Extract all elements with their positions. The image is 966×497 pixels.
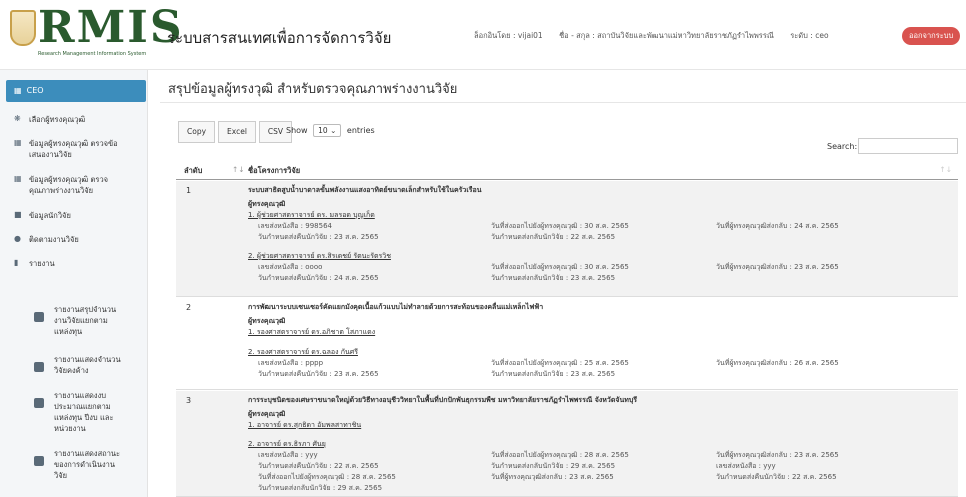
grid-icon: ▦ <box>14 138 22 147</box>
report-icon <box>34 398 44 408</box>
show-entries: Show 10 ⌄ entries <box>286 124 375 137</box>
sidebar-subitem-budget[interactable]: รายงานแสดงงบประมาณแยกตามแหล่งทุน ปีงบ แล… <box>34 390 124 434</box>
sidebar-item-select-expert[interactable]: ❋ เลือกผู้ทรงคุณวุฒิ <box>14 114 129 125</box>
column-header-no[interactable]: ลำดับ <box>184 165 202 177</box>
table-row: 3 การระบุชนิดของเศษราขนาดใหญ่ด้วยวิธีทาง… <box>176 391 958 497</box>
sidebar-subitem-pending[interactable]: รายงานแสดงจำนวนวิจัยคงค้าง <box>34 354 124 376</box>
reviewers-heading: ผู้ทรงคุณวุฒิ <box>248 200 286 208</box>
sidebar-item-label: CEO <box>26 86 44 95</box>
login-label: ล็อกอินโดย : vijai01 <box>474 31 543 40</box>
search-label: Search: <box>827 142 858 151</box>
search-input[interactable] <box>858 138 958 154</box>
shield-icon <box>10 10 36 46</box>
grid-icon: ▦ <box>14 174 22 183</box>
app-title: ระบบสารสนเทศเพื่อการจัดการวิจัย <box>167 29 392 47</box>
report-icon <box>34 362 44 372</box>
gear-icon: ❋ <box>14 114 21 123</box>
sidebar-item-quality-experts[interactable]: ▦ ข้อมูลผู้ทรงคุณวุฒิ ตรวจคุณภาพร่างงานวิ… <box>14 174 129 196</box>
table-row: 2 การพัฒนาระบบเซนเซอร์คัดแยกมังคุดเนื้อแ… <box>176 298 958 390</box>
grid-icon: ▦ <box>14 86 22 95</box>
report-icon <box>34 456 44 466</box>
logo-subtext: Research Management Information System <box>38 51 147 57</box>
project-title: ระบบสาธิตสูบน้ำบาดาลขั้นพลังงานแสงอาทิตย… <box>248 186 482 194</box>
copy-button[interactable]: Copy <box>178 121 216 143</box>
bar-chart-icon: ▮ <box>14 258 19 267</box>
entries-select[interactable]: 10 ⌄ <box>313 124 342 137</box>
divider <box>160 102 966 103</box>
excel-button[interactable]: Excel <box>218 121 256 143</box>
sidebar-subitem-funding[interactable]: รายงานสรุปจำนวนงานวิจัยแยกตามแหล่งทุน <box>34 304 124 337</box>
sort-icon[interactable]: ↑↓ <box>232 165 245 174</box>
rmis-logo[interactable]: RMIS Research Management Information Sys… <box>10 6 182 64</box>
page-title: สรุปข้อมูลผู้ทรงวุฒิ สำหรับตรวจคุณภาพร่า… <box>168 82 458 97</box>
table-row: 1 ระบบสาธิตสูบน้ำบาดาลขั้นพลังงานแสงอาทิ… <box>176 181 958 297</box>
logout-button[interactable]: ออกจากระบบ <box>902 27 961 45</box>
sidebar-item-reports[interactable]: ▮ รายงาน <box>14 258 129 269</box>
sidebar-item-tracking[interactable]: ● ติดตามงานวิจัย <box>14 234 129 245</box>
report-icon <box>34 312 44 322</box>
reviewer-link[interactable]: 1. รองศาสตราจารย์ ดร.อภิชาต โสภาแดง <box>248 327 375 338</box>
column-header-project[interactable]: ชื่อโครงการวิจัย <box>248 165 300 177</box>
project-title: การระบุชนิดของเศษราขนาดใหญ่ด้วยวิธีทางอน… <box>248 396 638 404</box>
sidebar-item-ceo[interactable]: ▦ CEO <box>6 80 146 102</box>
role-label: ระดับ : ceo <box>790 31 829 40</box>
folder-icon: ■ <box>14 210 22 219</box>
sidebar-item-proposal-experts[interactable]: ▦ ข้อมูลผู้ทรงคุณวุฒิ ตรวจข้อเสนองานวิจัย <box>14 138 129 160</box>
reviewer-link[interactable]: 2. อาจารย์ ดร.ธิรภา ศันยุ <box>248 439 326 450</box>
user-info: ล็อกอินโดย : vijai01 ชื่อ - สกุล : สถาบั… <box>474 30 843 42</box>
sidebar-item-researchers[interactable]: ■ ข้อมูลนักวิจัย <box>14 210 129 221</box>
sidebar-subitem-status[interactable]: รายงานแสดงสถานะของการดำเนินงานวิจัย <box>34 448 124 481</box>
export-toolbar: Copy Excel CSV <box>178 121 295 143</box>
reviewers-heading: ผู้ทรงคุณวุฒิ <box>248 410 286 418</box>
circle-icon: ● <box>14 234 21 243</box>
reviewer-link[interactable]: 2. รองศาสตราจารย์ ดร.ฉลอง กันศรี <box>248 347 358 358</box>
reviewer-link[interactable]: 1. อาจารย์ ดร.สุกธิดา อัมพลสาทาชิน <box>248 420 361 431</box>
reviewer-link[interactable]: 2. ผู้ช่วยศาสตราจารย์ ดร.สิรเดชย์ รัตนะร… <box>248 251 391 262</box>
logo-text: RMIS <box>38 2 184 53</box>
project-title: การพัฒนาระบบเซนเซอร์คัดแยกมังคุดเนื้อแก้… <box>248 303 544 311</box>
entries-label: entries <box>346 126 375 135</box>
show-label: Show <box>286 126 308 135</box>
top-header: RMIS Research Management Information Sys… <box>0 0 966 70</box>
reviewers-heading: ผู้ทรงคุณวุฒิ <box>248 317 286 325</box>
sidebar: ▦ CEO ❋ เลือกผู้ทรงคุณวุฒิ ▦ ข้อมูลผู้ทรงค… <box>0 70 148 497</box>
table-header: ลำดับ ↑↓ ชื่อโครงการวิจัย ↑↓ <box>176 160 958 180</box>
chevron-down-icon: ⌄ <box>330 126 337 135</box>
sort-icon[interactable]: ↑↓ <box>939 165 952 174</box>
reviewer-link[interactable]: 1. ผู้ช่วยศาสตราจารย์ ดร. มลรอด บุญเก็ด <box>248 210 375 221</box>
name-label: ชื่อ - สกุล : สถาบันวิจัยและพัฒนาแม่หาวิ… <box>559 31 774 40</box>
